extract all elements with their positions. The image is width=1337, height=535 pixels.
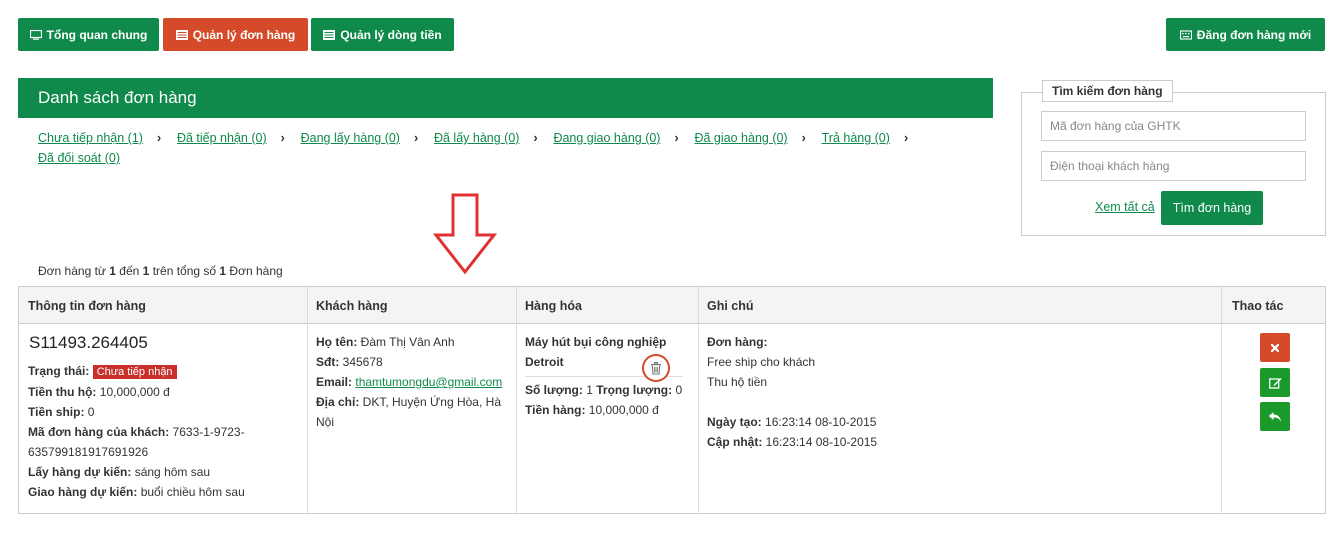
search-orders-button[interactable]: Tìm đơn hàng bbox=[1161, 191, 1263, 225]
cashflow-label: Quản lý dòng tiền bbox=[340, 27, 442, 42]
chevron-right-icon: › bbox=[903, 131, 909, 145]
delete-order-button[interactable] bbox=[1260, 333, 1290, 362]
keyboard-icon bbox=[1179, 29, 1192, 40]
trash-icon bbox=[651, 361, 661, 375]
orders-table: Thông tin đơn hàng Khách hàng Hàng hóa G… bbox=[18, 286, 1326, 514]
pagination-summary: Đơn hàng từ 1 đến 1 trên tổng số 1 Đơn h… bbox=[38, 264, 283, 278]
overview-label: Tổng quan chung bbox=[46, 27, 148, 42]
table-header: Thông tin đơn hàng Khách hàng Hàng hóa G… bbox=[19, 287, 1325, 324]
chevron-right-icon: › bbox=[413, 131, 419, 145]
chevron-right-icon: › bbox=[280, 131, 285, 145]
status-filter-links: Chưa tiếp nhận (1) › Đã tiếp nhận (0) › Đang… bbox=[38, 128, 958, 168]
order-list-title: Danh sách đơn hàng bbox=[18, 78, 993, 118]
orders-button[interactable]: Quản lý đơn hàng bbox=[163, 18, 308, 51]
status-link-returned[interactable]: Trả hàng (0) bbox=[822, 131, 890, 145]
monitor-icon bbox=[29, 29, 42, 40]
down-arrow-icon bbox=[432, 193, 498, 275]
chevron-right-icon: › bbox=[156, 131, 162, 145]
view-all-link[interactable]: Xem tất cả bbox=[1095, 200, 1155, 214]
order-info-cell: S11493.264405 Trạng thái: Chưa tiếp nhận… bbox=[19, 324, 307, 510]
header-note: Ghi chú bbox=[707, 298, 754, 313]
status-link-not-received[interactable]: Chưa tiếp nhận (1) bbox=[38, 131, 143, 145]
header-goods: Hàng hóa bbox=[525, 298, 582, 313]
edit-icon bbox=[1268, 377, 1281, 389]
note-cell: Đơn hàng: Free ship cho khách Thu hộ tiề… bbox=[707, 335, 878, 449]
status-link-picked[interactable]: Đã lấy hàng (0) bbox=[434, 131, 519, 145]
customer-phone-input[interactable] bbox=[1041, 151, 1306, 181]
goods-cell: Máy hút bụi công nghiệp Detroit Số lượng… bbox=[525, 335, 683, 417]
overview-button[interactable]: Tổng quan chung bbox=[18, 18, 159, 51]
ghtk-order-code-input[interactable] bbox=[1041, 111, 1306, 141]
orders-label: Quản lý đơn hàng bbox=[192, 27, 296, 42]
edit-order-button[interactable] bbox=[1260, 368, 1290, 397]
status-link-received[interactable]: Đã tiếp nhận (0) bbox=[177, 131, 267, 145]
header-actions: Thao tác bbox=[1232, 298, 1284, 313]
status-badge: Chưa tiếp nhận bbox=[92, 365, 177, 379]
order-code: S11493.264405 bbox=[29, 333, 148, 352]
chevron-right-icon: › bbox=[801, 131, 806, 145]
status-link-picking[interactable]: Đang lấy hàng (0) bbox=[301, 131, 400, 145]
customer-cell: Họ tên: Đàm Thị Vân Anh Sđt: 345678 Emai… bbox=[316, 335, 503, 429]
cashflow-button[interactable]: Quản lý dòng tiền bbox=[311, 18, 454, 51]
status-link-delivering[interactable]: Đang giao hàng (0) bbox=[553, 131, 660, 145]
close-icon bbox=[1270, 343, 1280, 352]
new-order-button[interactable]: Đăng đơn hàng mới bbox=[1166, 18, 1325, 51]
header-order-info: Thông tin đơn hàng bbox=[28, 298, 146, 313]
customer-email-link[interactable]: thamtumongdu@gmail.com bbox=[355, 375, 502, 389]
new-order-label: Đăng đơn hàng mới bbox=[1196, 27, 1312, 42]
reply-icon bbox=[1268, 411, 1281, 422]
header-customer: Khách hàng bbox=[316, 298, 388, 313]
chevron-right-icon: › bbox=[674, 131, 679, 145]
search-panel-title: Tìm kiếm đơn hàng bbox=[1042, 80, 1173, 102]
list-icon bbox=[175, 29, 188, 40]
return-order-button[interactable] bbox=[1260, 402, 1290, 431]
chevron-right-icon: › bbox=[533, 131, 538, 145]
delete-goods-button[interactable] bbox=[642, 354, 670, 382]
list-icon bbox=[323, 29, 336, 40]
column-divider bbox=[1221, 287, 1222, 513]
status-link-delivered[interactable]: Đã giao hàng (0) bbox=[694, 131, 787, 145]
status-link-reconciled[interactable]: Đã đối soát (0) bbox=[38, 151, 120, 165]
goods-name: Máy hút bụi công nghiệp bbox=[525, 335, 667, 349]
